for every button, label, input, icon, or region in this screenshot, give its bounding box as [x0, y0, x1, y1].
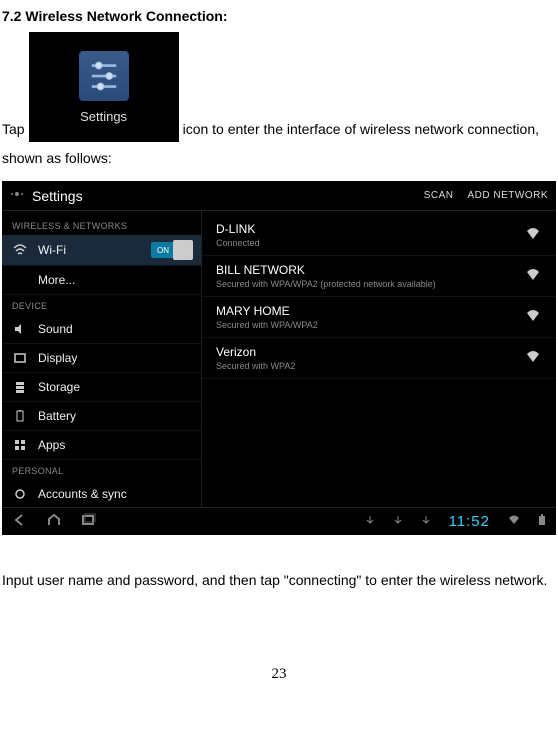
- network-item[interactable]: Verizon Secured with WPA2: [202, 338, 556, 379]
- page-number: 23: [2, 666, 556, 683]
- storage-icon: [12, 380, 28, 394]
- status-download-icon: [421, 515, 431, 528]
- sidebar-item-wifi[interactable]: Wi-Fi ON: [2, 235, 201, 266]
- apps-icon: [12, 438, 28, 452]
- wifi-toggle[interactable]: ON: [151, 242, 191, 258]
- network-item[interactable]: BILL NETWORK Secured with WPA/WPA2 (prot…: [202, 256, 556, 297]
- section-heading: 7.2 Wireless Network Connection:: [2, 8, 556, 24]
- display-icon: [12, 351, 28, 365]
- status-battery-icon: [538, 514, 546, 529]
- wifi-signal-icon: [526, 350, 542, 367]
- section-personal: PERSONAL: [2, 460, 201, 480]
- nav-recent-icon[interactable]: [80, 512, 96, 531]
- back-icon[interactable]: [10, 187, 24, 204]
- status-wifi-icon: [508, 514, 520, 529]
- sidebar-item-accounts[interactable]: Accounts & sync: [2, 480, 201, 509]
- status-clock: 11:52: [449, 513, 490, 530]
- section-device: DEVICE: [2, 295, 201, 315]
- wifi-signal-icon: [526, 268, 542, 285]
- settings-app-icon: Settings: [29, 32, 179, 142]
- add-network-button[interactable]: ADD NETWORK: [468, 190, 549, 201]
- sidebar-item-apps[interactable]: Apps: [2, 431, 201, 460]
- wifi-signal-icon: [526, 227, 542, 244]
- wifi-signal-icon: [526, 309, 542, 326]
- sound-icon: [12, 322, 28, 336]
- settings-sidebar: WIRELESS & NETWORKS Wi-Fi ON More... DEV…: [2, 211, 202, 507]
- battery-icon: [12, 409, 28, 423]
- text-after-icon: icon to enter the interface of wireless …: [183, 117, 539, 142]
- status-download-icon: [393, 515, 403, 528]
- sidebar-item-display[interactable]: Display: [2, 344, 201, 373]
- sync-icon: [12, 487, 28, 501]
- wifi-networks-list: D-LINK Connected BILL NETWORK Secured wi…: [202, 211, 556, 507]
- sidebar-item-sound[interactable]: Sound: [2, 315, 201, 344]
- body-paragraph: Input user name and password, and then t…: [2, 565, 556, 596]
- wifi-label: Wi-Fi: [38, 243, 141, 257]
- screen-title: Settings: [32, 188, 424, 204]
- nav-back-icon[interactable]: [12, 512, 28, 531]
- sidebar-item-storage[interactable]: Storage: [2, 373, 201, 402]
- section-wireless-networks: WIRELESS & NETWORKS: [2, 215, 201, 235]
- text-shown-as-follows: shown as follows:: [2, 146, 556, 171]
- wifi-icon: [12, 243, 28, 257]
- settings-label: Settings: [80, 109, 127, 124]
- nav-home-icon[interactable]: [46, 512, 62, 531]
- sidebar-item-more[interactable]: More...: [2, 266, 201, 295]
- network-item[interactable]: D-LINK Connected: [202, 215, 556, 256]
- sidebar-item-battery[interactable]: Battery: [2, 402, 201, 431]
- status-download-icon: [365, 515, 375, 528]
- android-settings-screenshot: Settings SCAN ADD NETWORK WIRELESS & NET…: [2, 181, 556, 535]
- settings-gear-icon: [79, 51, 129, 101]
- text-tap: Tap: [2, 117, 25, 142]
- network-item[interactable]: MARY HOME Secured with WPA/WPA2: [202, 297, 556, 338]
- scan-button[interactable]: SCAN: [424, 190, 454, 201]
